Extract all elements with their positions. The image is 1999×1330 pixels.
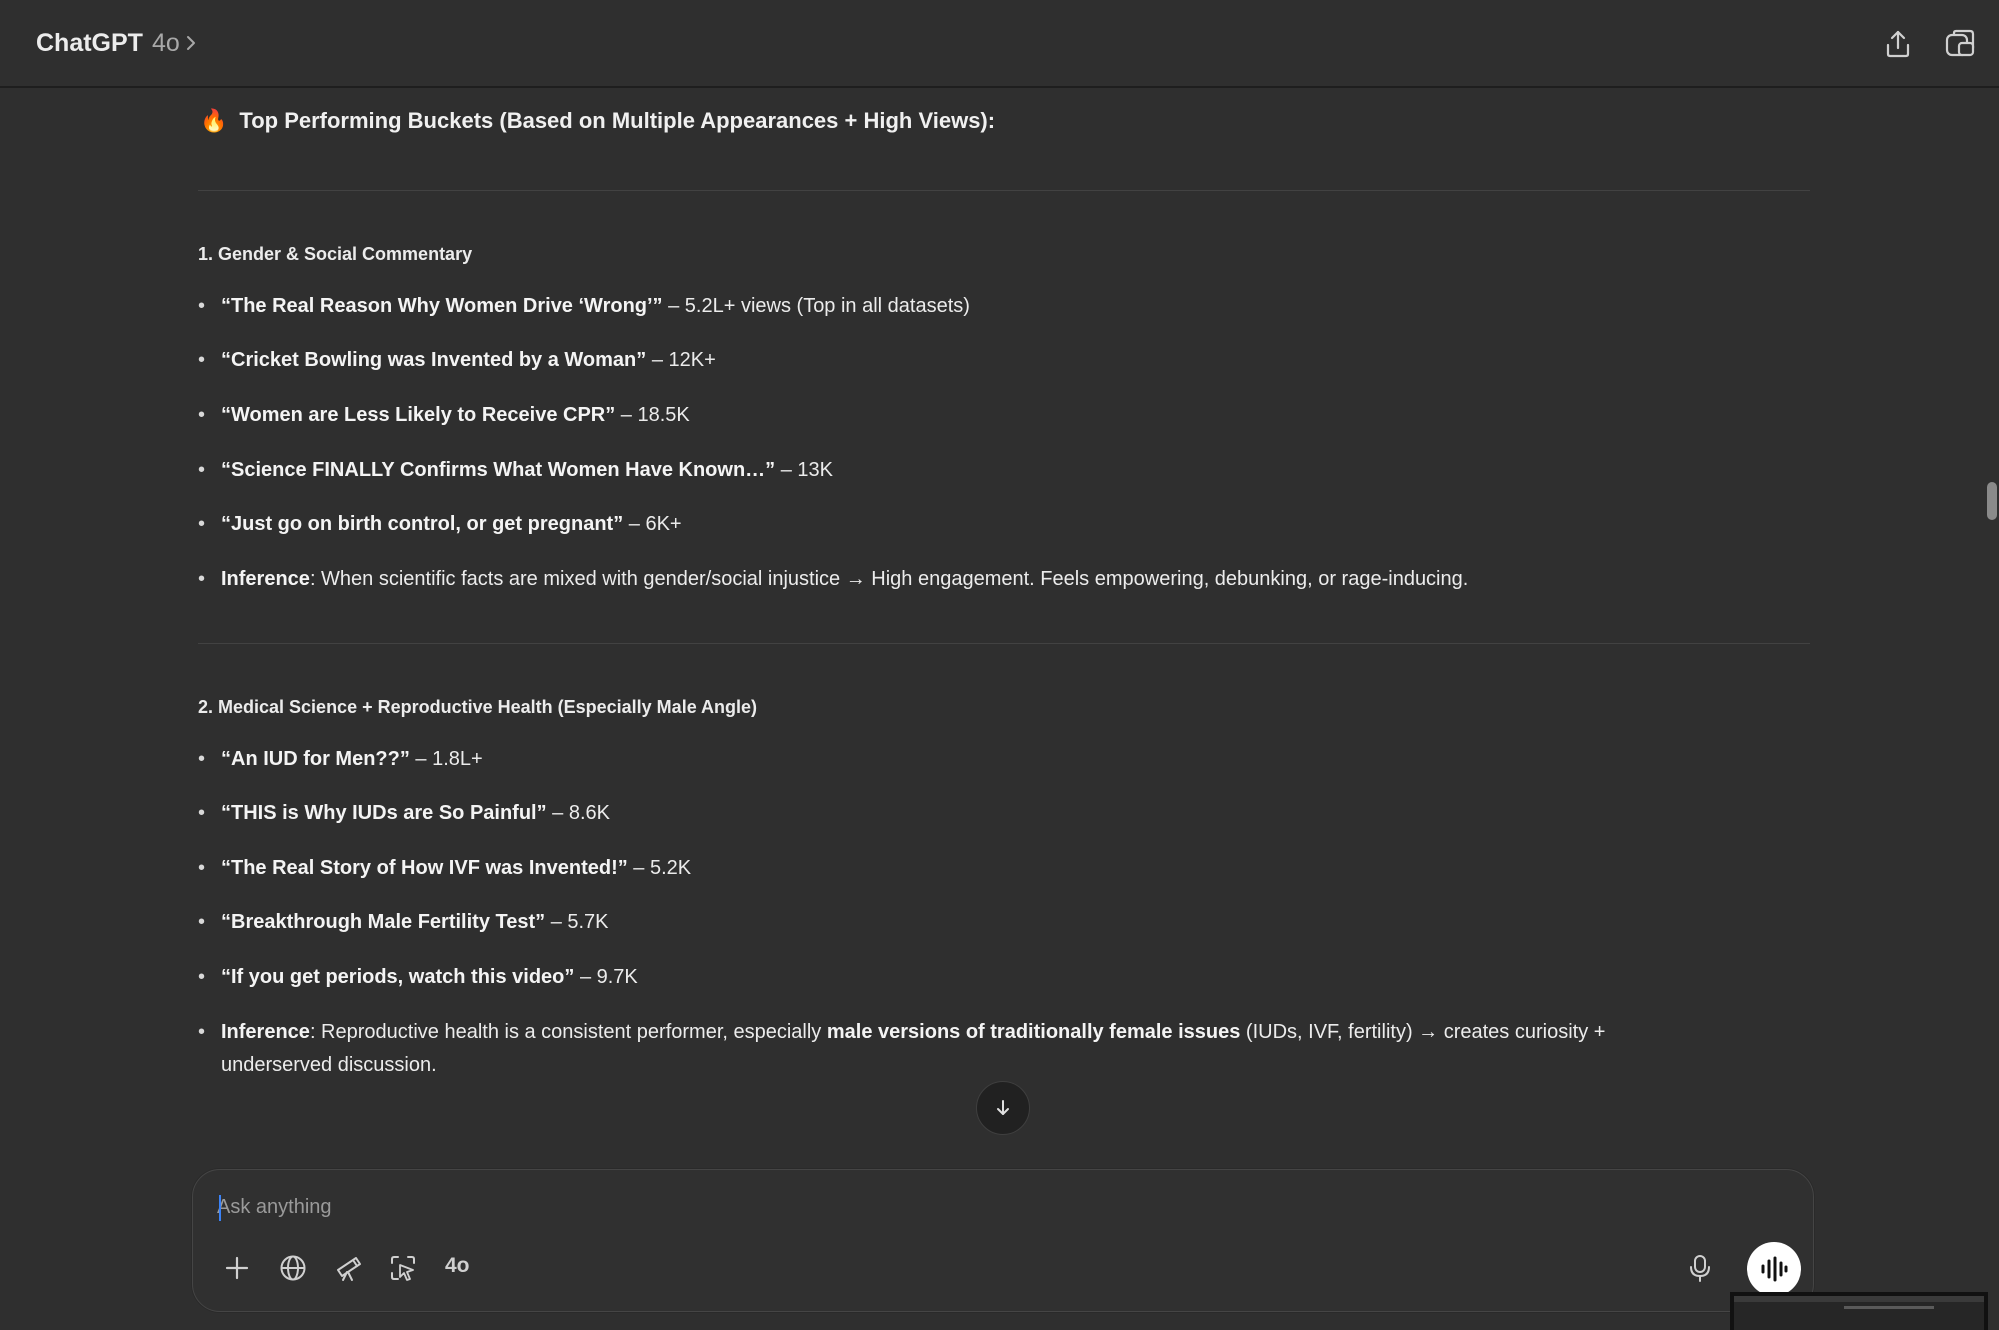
window-thumbnail bbox=[1730, 1292, 1988, 1330]
top-bar: ChatGPT 4o bbox=[0, 0, 1999, 88]
bullet-dot: • bbox=[198, 404, 206, 426]
inference-item: • Inference: Reproductive health is a co… bbox=[198, 1016, 1698, 1082]
item-title: “An IUD for Men??” bbox=[221, 748, 410, 770]
inference-text: : When scientific facts are mixed with g… bbox=[309, 568, 1469, 590]
list-item: • “If you get periods, watch this video”… bbox=[198, 961, 1698, 994]
scroll-to-bottom-button[interactable] bbox=[976, 1081, 1030, 1135]
app-name: ChatGPT bbox=[36, 29, 143, 57]
microphone-icon[interactable] bbox=[1682, 1250, 1718, 1286]
item-detail: – 8.6K bbox=[546, 802, 611, 824]
item-detail: – 5.7K bbox=[545, 911, 609, 933]
model-name: 4o bbox=[151, 29, 180, 57]
globe-icon[interactable] bbox=[275, 1250, 311, 1286]
inference-label: Inference bbox=[221, 1021, 310, 1043]
divider bbox=[198, 190, 1810, 191]
item-detail: – 18.5K bbox=[615, 404, 690, 426]
list-item: • “Science FINALLY Confirms What Women H… bbox=[198, 454, 1698, 487]
list-item: • “THIS is Why IUDs are So Painful” – 8.… bbox=[198, 797, 1698, 830]
chevron-right-icon bbox=[185, 30, 197, 59]
item-detail: – 12K+ bbox=[646, 349, 716, 371]
item-title: “THIS is Why IUDs are So Painful” bbox=[221, 802, 547, 824]
inference-emphasis: male versions of traditionally female is… bbox=[826, 1021, 1241, 1043]
heading-text: Top Performing Buckets (Based on Multipl… bbox=[239, 108, 996, 133]
list-item: • “Women are Less Likely to Receive CPR”… bbox=[198, 399, 1698, 432]
new-chat-icon[interactable] bbox=[1942, 26, 1978, 62]
arrow-down-icon bbox=[997, 1100, 1009, 1115]
prompt-input[interactable] bbox=[217, 1190, 1717, 1224]
item-title: “Just go on birth control, or get pregna… bbox=[221, 513, 624, 535]
bullet-dot: • bbox=[198, 748, 206, 770]
inference-label: Inference bbox=[221, 568, 310, 590]
item-detail: – 9.7K bbox=[574, 966, 638, 988]
item-detail: – 5.2L+ views (Top in all datasets) bbox=[662, 295, 970, 317]
item-title: “Cricket Bowling was Invented by a Woman… bbox=[221, 349, 647, 371]
share-icon[interactable] bbox=[1880, 26, 1916, 62]
list-item: • “Cricket Bowling was Invented by a Wom… bbox=[198, 344, 1698, 377]
cursor-select-icon[interactable] bbox=[385, 1250, 421, 1286]
message-heading: 🔥 Top Performing Buckets (Based on Multi… bbox=[200, 108, 995, 134]
model-selector[interactable]: 4o bbox=[445, 1254, 470, 1278]
item-detail: – 5.2K bbox=[627, 857, 692, 879]
bullet-dot: • bbox=[198, 459, 206, 481]
section-title: 2. Medical Science + Reproductive Health… bbox=[198, 697, 758, 717]
item-title: “The Real Reason Why Women Drive ‘Wrong’… bbox=[221, 295, 663, 317]
plus-icon[interactable] bbox=[219, 1250, 255, 1286]
divider bbox=[198, 643, 1810, 644]
section-title: 1. Gender & Social Commentary bbox=[198, 244, 473, 264]
list-item: • “The Real Story of How IVF was Invente… bbox=[198, 852, 1698, 885]
bullet-dot: • bbox=[198, 513, 206, 535]
item-title: “The Real Story of How IVF was Invented!… bbox=[221, 857, 628, 879]
item-title: “Women are Less Likely to Receive CPR” bbox=[221, 404, 616, 426]
item-detail: – 13K bbox=[775, 459, 833, 481]
list-item: • “An IUD for Men??” – 1.8L+ bbox=[198, 743, 1698, 776]
item-title: “Breakthrough Male Fertility Test” bbox=[221, 911, 546, 933]
bullet-dot: • bbox=[198, 857, 206, 879]
bullet-dot: • bbox=[198, 966, 206, 988]
voice-mode-icon bbox=[1761, 1256, 1788, 1282]
inference-item: • Inference: When scientific facts are m… bbox=[198, 563, 1698, 596]
bullet-dot: • bbox=[198, 295, 206, 317]
model-switcher[interactable]: ChatGPT 4o bbox=[36, 28, 197, 59]
text-caret bbox=[219, 1195, 221, 1221]
bullet-dot: • bbox=[198, 802, 206, 824]
bullet-dot: • bbox=[198, 568, 206, 590]
list-item: • “Just go on birth control, or get preg… bbox=[198, 508, 1698, 541]
item-title: “If you get periods, watch this video” bbox=[221, 966, 575, 988]
bullet-dot: • bbox=[198, 911, 206, 933]
scrollbar-thumb[interactable] bbox=[1987, 482, 1997, 520]
bullet-dot: • bbox=[198, 1021, 206, 1043]
fire-icon: 🔥 bbox=[200, 108, 228, 133]
telescope-icon[interactable] bbox=[330, 1250, 366, 1286]
voice-mode-button[interactable] bbox=[1747, 1242, 1801, 1296]
list-item: • “The Real Reason Why Women Drive ‘Wron… bbox=[198, 290, 1698, 323]
inference-text: : Reproductive health is a consistent pe… bbox=[309, 1021, 827, 1043]
list-item: • “Breakthrough Male Fertility Test” – 5… bbox=[198, 906, 1698, 939]
item-title: “Science FINALLY Confirms What Women Hav… bbox=[221, 459, 776, 481]
item-detail: – 1.8L+ bbox=[409, 748, 483, 770]
item-detail: – 6K+ bbox=[623, 513, 682, 535]
composer: 4o bbox=[192, 1169, 1814, 1312]
bullet-dot: • bbox=[198, 349, 206, 371]
